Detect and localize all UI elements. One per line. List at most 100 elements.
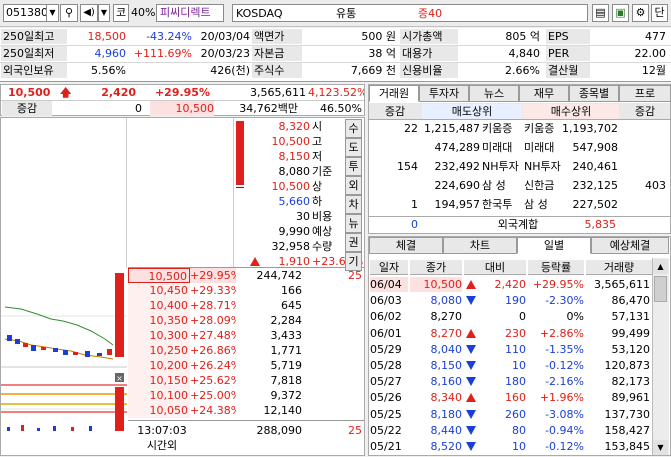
book-price[interactable]: 10,250 — [128, 343, 190, 358]
side-tab[interactable]: 권 — [345, 233, 362, 252]
book-price[interactable]: 10,300 — [128, 328, 190, 343]
side-tab[interactable]: 기 — [345, 252, 362, 271]
daily-header-1: 종가 — [410, 260, 462, 275]
daily-change: 10 — [512, 440, 526, 453]
daily-rate: -3.08% — [545, 407, 584, 421]
speaker-dropdown-button[interactable]: ▼ — [98, 4, 110, 22]
scroll-thumb[interactable] — [654, 276, 667, 302]
side-tab[interactable]: 뉴 — [345, 214, 362, 233]
book-price[interactable]: 10,400 — [128, 298, 190, 313]
side-tab[interactable]: 차 — [345, 195, 362, 214]
book-rate: +28.71% — [190, 299, 236, 312]
up-triangle-icon — [466, 280, 476, 289]
book-price[interactable]: 10,350 — [128, 313, 190, 328]
strength-ratio: 46.50% — [320, 102, 362, 115]
broker-buy-name[interactable]: 키움증 — [524, 121, 564, 136]
broker-sell-name[interactable]: NH투자 — [482, 159, 522, 174]
book-price[interactable]: 10,100 — [128, 388, 190, 403]
price-range-tick — [236, 187, 244, 188]
book-price[interactable]: 10,500 — [128, 268, 190, 283]
broker-sell-name[interactable]: 삼 성 — [482, 178, 522, 193]
dropdown-button[interactable]: ▼ — [46, 4, 59, 22]
info-rate: -43.24% — [146, 30, 192, 43]
broker-sell-qty: 194,957 — [434, 198, 481, 211]
daily-tab-3[interactable]: 예상체결 — [591, 237, 669, 254]
margin-label: 증40 — [418, 7, 443, 20]
speaker-icon[interactable]: ◀) — [80, 4, 98, 22]
daily-tab-2[interactable]: 일별 — [517, 237, 591, 254]
info-value: 22.00 — [634, 47, 667, 60]
search-icon[interactable]: ⚲ — [60, 4, 78, 22]
broker-buy-name[interactable]: 미래대 — [524, 140, 564, 155]
tab-4[interactable]: 종목별 — [569, 85, 619, 102]
book-price[interactable]: 10,050 — [128, 403, 190, 418]
broker-sell-name[interactable]: 키움증 — [482, 121, 522, 136]
change-label: 증감 — [2, 101, 52, 116]
lock-button[interactable]: 단 — [651, 4, 668, 22]
summary-value: 10,500 — [271, 135, 311, 148]
daily-rate: -0.12% — [545, 440, 584, 453]
daily-tab-0[interactable]: 체결 — [369, 237, 443, 254]
daily-close: 8,040 — [430, 342, 463, 356]
tab-1[interactable]: 투자자 — [419, 85, 469, 102]
scroll-down-button[interactable]: ▼ — [653, 440, 668, 455]
foreign-sell-change: 0 — [411, 218, 418, 231]
book-rate: +26.24% — [190, 359, 236, 372]
after-hours-label: 시간외 — [146, 439, 178, 452]
side-tab[interactable]: 수 — [345, 119, 362, 138]
info-label: 대용가 — [400, 46, 458, 61]
daily-change: 0 — [519, 310, 526, 324]
upper-empty-area — [1, 118, 127, 268]
price-range-bar — [236, 121, 244, 185]
side-tab[interactable]: 도 — [345, 138, 362, 157]
broker-sell-change: 1 — [411, 198, 418, 211]
broker-buy-name[interactable]: NH투자 — [524, 159, 564, 174]
gear-icon[interactable]: ⚙ — [632, 4, 649, 22]
book-qty: 12,140 — [263, 404, 303, 417]
summary-value: 8,150 — [278, 150, 311, 163]
daily-volume: 53,120 — [611, 342, 651, 356]
daily-change: 180 — [505, 375, 526, 389]
tab-3[interactable]: 재무 — [519, 85, 569, 102]
broker-sell-change — [370, 140, 418, 155]
scroll-up-button[interactable]: ▲ — [653, 259, 668, 274]
broker-buy-name[interactable]: 삼 성 — [524, 197, 564, 212]
window-icon[interactable]: ▣ — [612, 4, 629, 22]
daily-header-2: 대비 — [464, 260, 526, 275]
info-label: 자본금 — [252, 46, 302, 61]
broker-sell-name[interactable]: 한국투 — [482, 197, 522, 212]
down-triangle-icon — [466, 377, 476, 387]
side-tab[interactable]: 투 — [345, 157, 362, 176]
note-icon[interactable]: ▤ — [592, 4, 609, 22]
book-qty: 1,771 — [270, 344, 303, 357]
up-triangle-icon — [466, 328, 476, 338]
book-price[interactable]: 10,200 — [128, 358, 190, 373]
broker-head-c: 매수상위 — [523, 104, 619, 119]
daily-volume: 120,873 — [604, 359, 651, 372]
tab-0[interactable]: 거래원 — [369, 85, 419, 102]
book-qty: 9,372 — [270, 389, 303, 402]
broker-buy-change — [620, 159, 666, 174]
daily-close: 8,340 — [430, 391, 463, 405]
volume-rate: 4,123.52% — [308, 86, 364, 99]
broker-sell-name[interactable]: 미래대 — [482, 140, 522, 155]
side-tab[interactable]: 외 — [345, 176, 362, 195]
daily-close: 8,270 — [430, 310, 463, 324]
stock-name: 피씨디렉트 — [156, 4, 224, 22]
broker-sell-qty: 232,492 — [434, 160, 481, 173]
broker-sell-change: 154 — [397, 160, 418, 173]
daily-close: 8,520 — [430, 440, 463, 453]
tab-2[interactable]: 뉴스 — [469, 85, 519, 102]
book-rate: +24.38% — [190, 404, 236, 417]
daily-change: 260 — [505, 407, 526, 421]
stock-code-input[interactable]: 051380 — [3, 4, 48, 22]
daily-change: 10 — [512, 359, 526, 372]
daily-close: 8,150 — [430, 359, 463, 372]
daily-volume: 137,730 — [604, 407, 651, 421]
broker-buy-name[interactable]: 신한금 — [524, 178, 564, 193]
book-price[interactable]: 10,450 — [128, 283, 190, 298]
tab-5[interactable]: 프로 — [619, 85, 671, 102]
book-price[interactable]: 10,150 — [128, 373, 190, 388]
daily-tab-1[interactable]: 차트 — [443, 237, 517, 254]
summary-value: 32,958 — [271, 240, 311, 253]
